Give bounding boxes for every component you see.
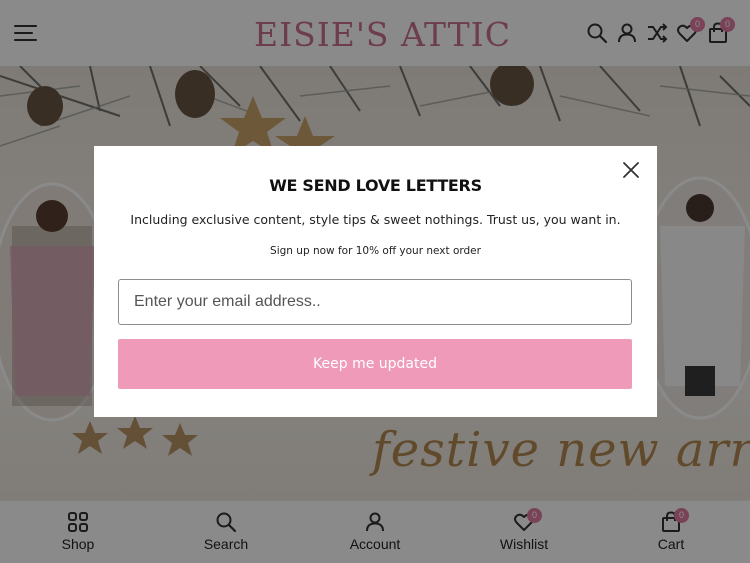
keep-me-updated-button[interactable]: Keep me updated bbox=[118, 339, 632, 389]
popup-title: WE SEND LOVE LETTERS bbox=[269, 176, 482, 195]
popup-discount-note: Sign up now for 10% off your next order bbox=[270, 245, 481, 257]
popup-subtitle: Including exclusive content, style tips … bbox=[130, 212, 621, 227]
email-input[interactable] bbox=[118, 279, 632, 325]
newsletter-popup: WE SEND LOVE LETTERS Including exclusive… bbox=[94, 146, 657, 417]
